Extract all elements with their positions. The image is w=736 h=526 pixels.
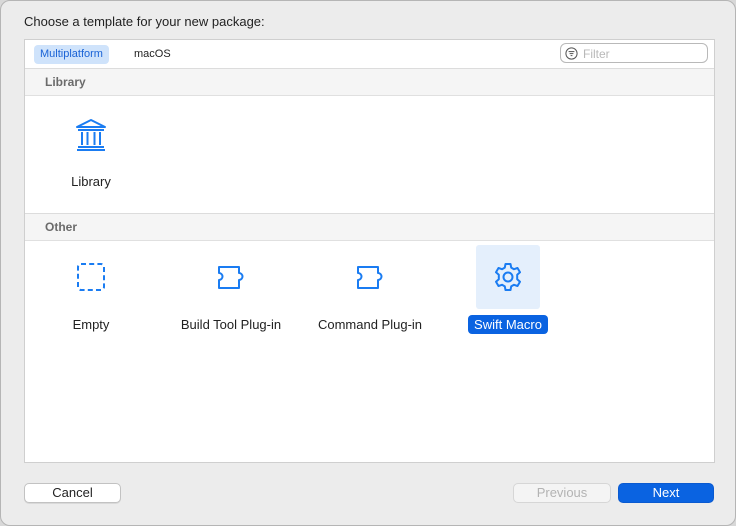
library-icon xyxy=(76,119,106,151)
template-icon-box xyxy=(476,245,540,309)
platform-toolbar: Multiplatform macOS xyxy=(25,40,714,69)
section-title: Library xyxy=(45,75,86,89)
filter-icon xyxy=(565,47,578,65)
puzzle-piece-icon xyxy=(218,266,244,289)
section-header-library: Library xyxy=(25,69,714,96)
template-label: Command Plug-in xyxy=(317,317,423,332)
template-browser: Multiplatform macOS Library xyxy=(24,39,715,463)
template-command-plugin[interactable]: Command Plug-in xyxy=(310,245,430,345)
template-swift-macro[interactable]: Swift Macro xyxy=(448,245,568,345)
template-icon-box xyxy=(59,245,123,309)
template-icon-box xyxy=(199,245,263,309)
template-icon-box xyxy=(338,245,402,309)
puzzle-piece-icon xyxy=(357,266,383,289)
template-empty[interactable]: Empty xyxy=(31,245,151,345)
filter-field[interactable] xyxy=(560,43,708,63)
cancel-button[interactable]: Cancel xyxy=(24,483,121,503)
tab-macos[interactable]: macOS xyxy=(128,45,177,64)
template-label: Library xyxy=(71,174,111,189)
gear-icon xyxy=(495,263,521,291)
tab-multiplatform[interactable]: Multiplatform xyxy=(34,45,109,64)
template-icon-box xyxy=(59,102,123,166)
section-title: Other xyxy=(45,220,78,234)
next-button[interactable]: Next xyxy=(618,483,714,503)
filter-input[interactable] xyxy=(581,45,705,63)
template-library[interactable]: Library xyxy=(31,102,151,202)
template-label: Swift Macro xyxy=(448,315,568,334)
new-package-dialog: Choose a template for your new package: … xyxy=(0,0,736,526)
dialog-prompt: Choose a template for your new package: xyxy=(24,14,265,29)
template-build-tool-plugin[interactable]: Build Tool Plug-in xyxy=(171,245,291,345)
template-label: Empty xyxy=(72,317,110,332)
previous-button[interactable]: Previous xyxy=(513,483,611,503)
empty-template-icon xyxy=(77,263,105,291)
template-label: Build Tool Plug-in xyxy=(180,317,282,332)
section-header-other: Other xyxy=(25,214,714,241)
